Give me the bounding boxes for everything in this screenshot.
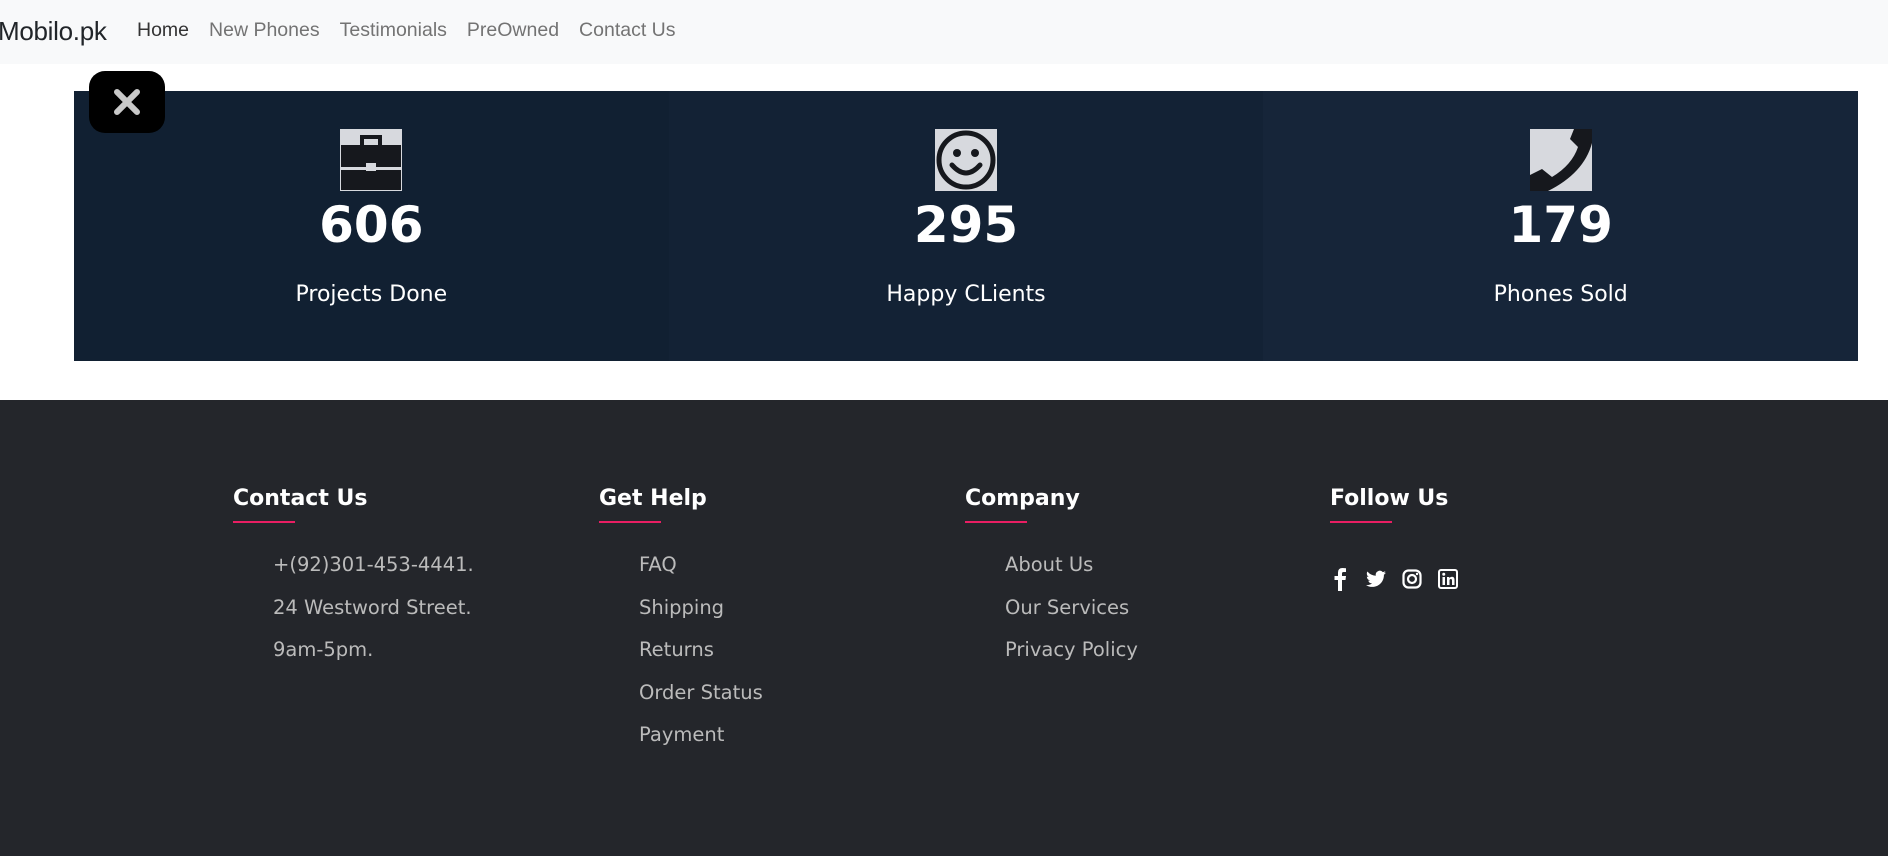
link-order-status[interactable]: Order Status [639,681,763,724]
link-shipping[interactable]: Shipping [639,596,763,639]
stat-clients: 295 Happy CLients [668,91,1264,361]
stat-label: Projects Done [295,282,448,307]
stat-value: 606 [319,196,424,254]
footer-get-help: Get Help FAQ Shipping Returns Order Stat… [599,486,763,766]
instagram-icon[interactable] [1402,567,1422,591]
stat-projects: 606 Projects Done [74,91,669,361]
link-payment[interactable]: Payment [639,723,763,766]
nav-home[interactable]: Home [137,19,189,42]
stats-section: 606 Projects Done 295 Happy CLients 179 … [74,91,1859,361]
linkedin-icon[interactable] [1438,567,1458,591]
link-privacy-policy[interactable]: Privacy Policy [1005,638,1138,681]
contact-phone: +(92)301-453-4441. [273,553,474,576]
footer-company: Company About Us Our Services Privacy Po… [965,486,1138,681]
footer-heading: Contact Us [233,486,474,523]
nav-preowned[interactable]: PreOwned [467,19,559,42]
stat-phones: 179 Phones Sold [1263,91,1859,361]
footer-contact: Contact Us +(92)301-453-4441. 24 Westwor… [233,486,474,681]
stat-value: 295 [913,196,1019,254]
nav-links: Home New Phones Testimonials PreOwned Co… [137,19,696,42]
stat-label: Happy CLients [886,282,1046,307]
contact-address: 24 Westword Street. [273,595,472,619]
footer: Contact Us +(92)301-453-4441. 24 Westwor… [0,400,1888,856]
footer-heading: Get Help [599,486,763,523]
footer-follow: Follow Us [1330,486,1474,591]
twitter-icon[interactable] [1366,567,1386,591]
social-links [1330,567,1474,591]
footer-heading: Follow Us [1330,486,1474,523]
smiley-icon [935,129,997,191]
nav-contact-us[interactable]: Contact Us [579,19,675,42]
link-our-services[interactable]: Our Services [1005,596,1138,639]
navbar: Mobilo.pk Home New Phones Testimonials P… [0,0,1888,64]
link-about-us[interactable]: About Us [1005,553,1138,596]
footer-heading: Company [965,486,1138,523]
nav-testimonials[interactable]: Testimonials [340,19,447,42]
link-faq[interactable]: FAQ [639,553,763,596]
close-icon [114,89,140,115]
nav-new-phones[interactable]: New Phones [209,19,320,42]
brand-logo[interactable]: Mobilo.pk [0,16,107,47]
stat-label: Phones Sold [1493,282,1628,307]
link-returns[interactable]: Returns [639,638,763,681]
briefcase-icon [340,129,403,191]
stat-value: 179 [1508,196,1613,254]
close-button[interactable] [89,71,165,133]
facebook-icon[interactable] [1330,567,1350,591]
phone-icon [1529,129,1592,191]
contact-hours: 9am-5pm. [273,638,374,661]
